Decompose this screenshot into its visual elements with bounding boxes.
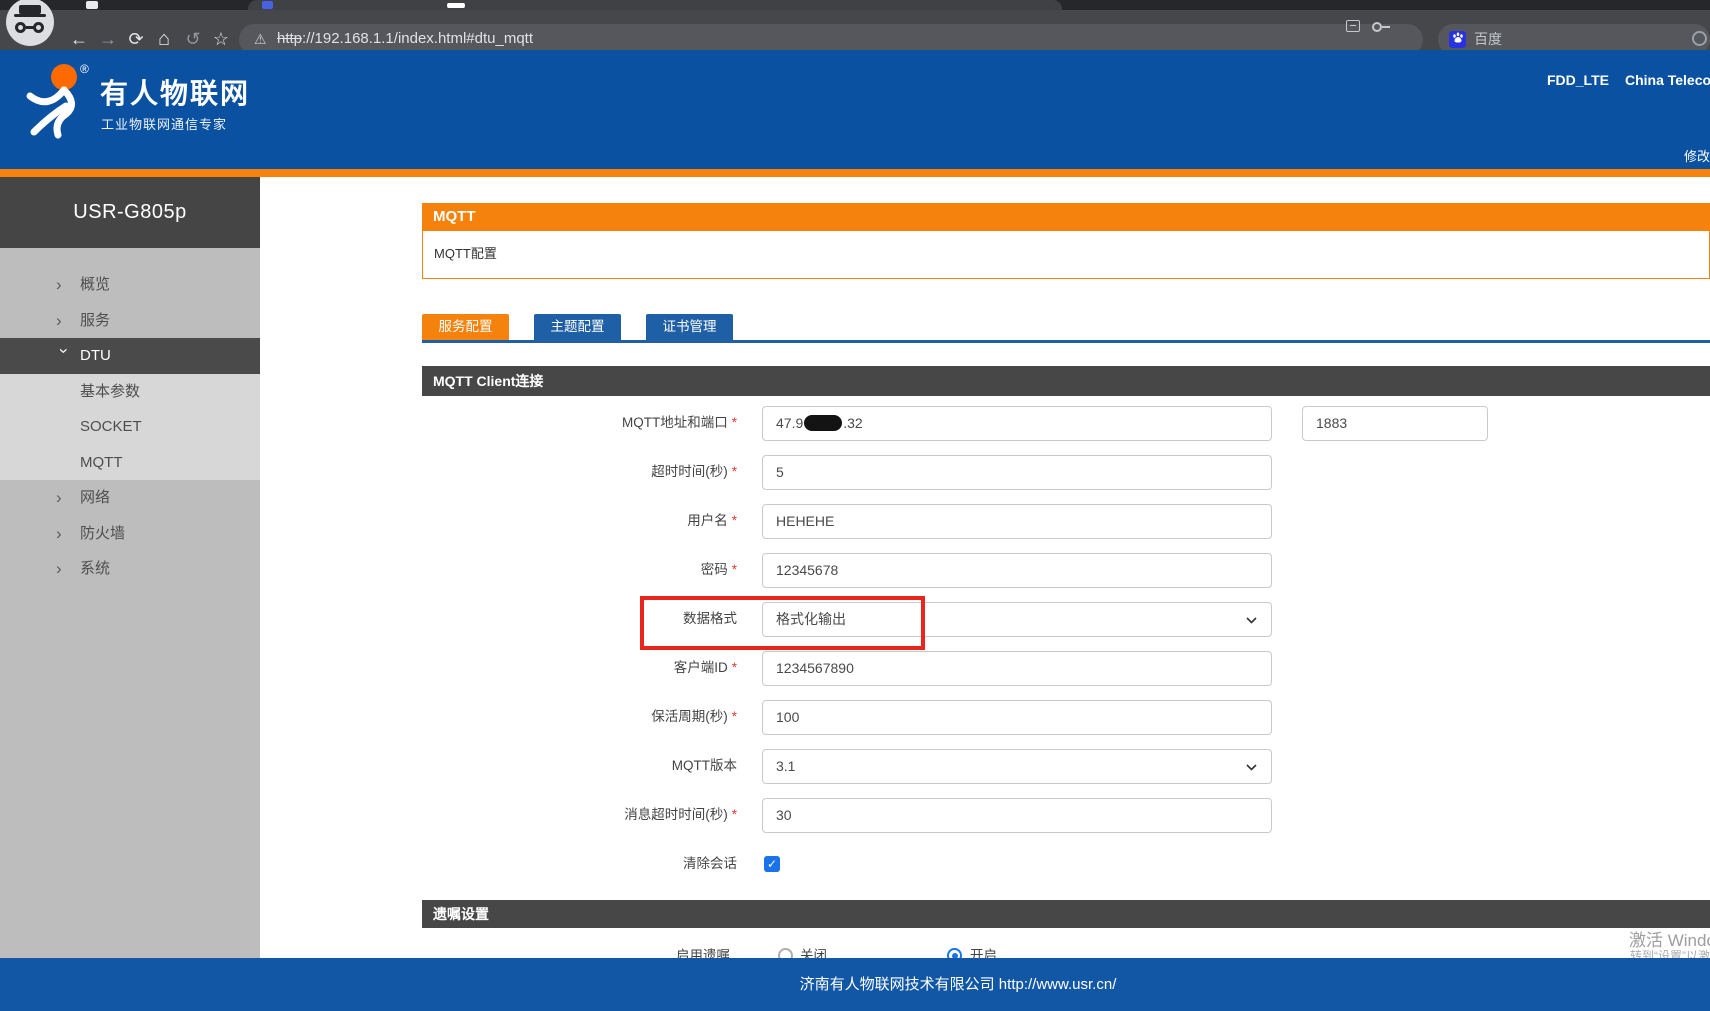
page-subtitle: MQTT配置 <box>422 231 1710 279</box>
input-用户名[interactable]: HEHEHE <box>762 504 1272 539</box>
url-rest: ://192.168.1.1/index.html#dtu_mqtt <box>302 30 533 47</box>
field-label-MQTT地址和端口: MQTT地址和端口* <box>407 413 737 433</box>
sidebar-item-label: 防火墙 <box>80 516 125 552</box>
field-label-消息超时时间(秒): 消息超时时间(秒)* <box>407 805 737 825</box>
sidebar-item-DTU[interactable]: ›DTU <box>0 338 260 374</box>
network-status: FDD_LTE China Telecom <box>1547 72 1710 88</box>
tab-主题配置[interactable]: 主题配置 <box>534 314 621 340</box>
chevron-right-icon: › <box>56 267 72 303</box>
required-asterisk: * <box>732 415 737 430</box>
input-port[interactable]: 1883 <box>1302 406 1488 441</box>
tab-证书管理[interactable]: 证书管理 <box>646 314 733 340</box>
input-消息超时时间(秒)[interactable]: 30 <box>762 798 1272 833</box>
required-asterisk: * <box>732 562 737 577</box>
page-title: MQTT <box>422 203 1710 231</box>
section-lwt-header: 遗嘱设置 <box>422 900 1710 928</box>
redaction-scribble <box>804 415 842 431</box>
tab-title-placeholder <box>447 3 465 8</box>
baidu-logo-icon <box>1449 31 1466 48</box>
input-密码[interactable]: 12345678 <box>762 553 1272 588</box>
device-name: USR-G805p <box>0 177 260 248</box>
sidebar-nav: ›概览›服务›DTU基本参数SOCKETMQTT›网络›防火墙›系统 <box>0 248 260 958</box>
toolbar-profile-icon[interactable] <box>1692 31 1707 46</box>
header-accent-stripe <box>0 169 1710 177</box>
browser-active-tab[interactable] <box>248 0 1062 10</box>
sidebar-item-label: SOCKET <box>80 409 142 445</box>
annotation-red-box <box>640 596 925 650</box>
modify-link[interactable]: 修改 <box>1684 146 1710 165</box>
required-asterisk: * <box>732 513 737 528</box>
input-客户端ID[interactable]: 1234567890 <box>762 651 1272 686</box>
input-MQTT地址和端口[interactable]: 47.9.32 <box>762 406 1272 441</box>
usr-logo-icon: ® <box>24 60 96 145</box>
sidebar-item-label: MQTT <box>80 445 123 481</box>
sidebar-item-MQTT[interactable]: MQTT <box>0 445 260 481</box>
sidebar-item-服务[interactable]: ›服务 <box>0 303 260 339</box>
incognito-avatar-icon[interactable] <box>6 0 54 46</box>
brand-title: 有人物联网 <box>100 72 250 112</box>
reader-mode-icon[interactable] <box>1346 20 1360 32</box>
field-label-保活周期(秒): 保活周期(秒)* <box>407 707 737 727</box>
field-label-用户名: 用户名* <box>407 511 737 531</box>
sidebar-item-label: 基本参数 <box>80 374 140 410</box>
sidebar-item-label: 网络 <box>80 480 110 516</box>
required-asterisk: * <box>732 807 737 822</box>
sidebar-item-label: 服务 <box>80 303 110 339</box>
required-asterisk: * <box>732 709 737 724</box>
sidebar-item-系统[interactable]: ›系统 <box>0 551 260 587</box>
tab-underline <box>422 340 1710 343</box>
sidebar-item-label: 概览 <box>80 267 110 303</box>
sidebar-item-网络[interactable]: ›网络 <box>0 480 260 516</box>
sidebar-item-基本参数[interactable]: 基本参数 <box>0 374 260 410</box>
browser-window: ← → ⟳ ⌂ ↺ ☆ ⚠ http://192.168.1.1/index.h… <box>0 0 1710 1011</box>
section-client-header: MQTT Client连接 <box>422 366 1710 396</box>
chevron-right-icon: › <box>56 516 72 552</box>
clear-session-checkbox[interactable]: ✓ <box>764 856 780 872</box>
brand-slogan: 工业物联网通信专家 <box>101 114 227 133</box>
sidebar-item-label: DTU <box>80 338 111 374</box>
pinned-tab-favicon-icon[interactable] <box>86 1 98 9</box>
field-label-超时时间(秒): 超时时间(秒)* <box>407 462 737 482</box>
required-asterisk: * <box>732 464 737 479</box>
select-MQTT版本[interactable]: 3.1 <box>762 749 1272 784</box>
url-scheme: http <box>277 30 302 47</box>
sidebar-item-概览[interactable]: ›概览 <box>0 267 260 303</box>
field-label-客户端ID: 客户端ID* <box>407 658 737 678</box>
network-type: FDD_LTE <box>1547 72 1609 88</box>
sidebar-item-防火墙[interactable]: ›防火墙 <box>0 516 260 552</box>
site-header: ® 有人物联网 工业物联网通信专家 FDD_LTE China Telecom 修… <box>0 50 1710 169</box>
field-label-清除会话: 清除会话 <box>407 854 737 874</box>
carrier-name: China Telecom <box>1625 72 1710 88</box>
sidebar-item-label: 系统 <box>80 551 110 587</box>
chevron-right-icon: › <box>56 480 72 516</box>
password-key-icon[interactable] <box>1372 22 1390 32</box>
required-asterisk: * <box>732 660 737 675</box>
browser-toolbar: ← → ⟳ ⌂ ↺ ☆ ⚠ http://192.168.1.1/index.h… <box>0 10 1710 50</box>
chevron-right-icon: › <box>56 303 72 339</box>
field-label-密码: 密码* <box>407 560 737 580</box>
page-footer: 济南有人物联网技术有限公司 http://www.usr.cn/ <box>0 958 1710 1011</box>
svg-text:®: ® <box>80 62 89 76</box>
field-label-MQTT版本: MQTT版本 <box>407 756 737 776</box>
footer-text: 济南有人物联网技术有限公司 http://www.usr.cn/ <box>800 958 1117 1011</box>
tab-服务配置[interactable]: 服务配置 <box>422 314 509 340</box>
sidebar-item-SOCKET[interactable]: SOCKET <box>0 409 260 445</box>
input-超时时间(秒)[interactable]: 5 <box>762 455 1272 490</box>
chevron-down-icon: › <box>47 348 83 364</box>
tab-favicon-icon <box>262 1 273 9</box>
input-保活周期(秒)[interactable]: 100 <box>762 700 1272 735</box>
mqtt-tabs: 服务配置主题配置证书管理 <box>422 314 733 340</box>
browser-tab-strip <box>0 0 1710 10</box>
chevron-right-icon: › <box>56 551 72 587</box>
